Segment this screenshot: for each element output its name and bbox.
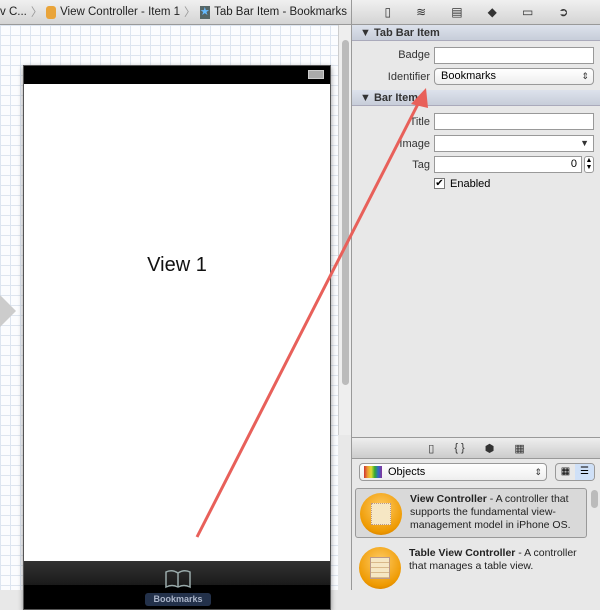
library-selector-value: Objects [388,466,426,478]
view-controller-icon [360,493,402,535]
tag-input[interactable]: 0 [434,156,582,173]
chevron-down-icon[interactable]: ▼ [580,136,589,151]
scroll-thumb[interactable] [342,40,349,385]
connections-icon[interactable]: ➲ [558,5,568,19]
stepper-arrows-icon: ⇕ [581,71,589,81]
view-controller-icon [46,5,57,19]
tab-bar: Bookmarks [24,561,330,609]
attributes-icon[interactable]: ◆ [488,5,497,19]
file-icon[interactable]: ▯ [385,5,392,19]
segue-arrow-icon[interactable] [0,295,16,327]
object-icon[interactable]: ⬢ [485,442,495,455]
tag-stepper[interactable]: ▲ ▼ [584,156,594,173]
identifier-value: Bookmarks [441,70,497,82]
title-label: Title [409,116,430,128]
item-name: View Controller [410,493,487,505]
section-title: Bar Item [373,92,418,104]
star-icon: ★ [199,5,211,19]
item-name: Table View Controller [409,547,516,559]
view-mode-toggle: ▦ ☰ [555,463,595,481]
view-label: View 1 [147,254,207,276]
badge-label: Badge [398,49,430,61]
code-snippet-icon[interactable]: { } [454,442,464,454]
library-scrollbar[interactable] [590,488,599,590]
battery-icon [308,70,324,79]
jump-item-parent[interactable]: v C... [0,6,27,18]
table-view-controller-icon [359,547,401,589]
image-label: Image [399,138,430,150]
objects-icon [364,466,382,478]
file-template-icon[interactable]: ▯ [428,442,434,455]
section-title: Tab Bar Item [373,27,440,39]
separator: 〉 [184,7,196,19]
scroll-thumb[interactable] [591,490,598,508]
identity-icon[interactable]: ▤ [451,5,462,19]
jump-item-tab-bar-item[interactable]: Tab Bar Item - Bookmarks [214,6,347,18]
inspector-panel: ▯ ≋ ▤ ◆ ▭ ➲ ▼ Tab Bar Item Badge Identif… [351,0,600,590]
identifier-select[interactable]: Bookmarks ⇕ [434,68,594,85]
library-item-view-controller[interactable]: View Controller - A controller that supp… [355,488,587,538]
library-toolbar: ▯ { } ⬢ ▦ [352,437,600,459]
status-bar [24,66,330,84]
stepper-arrows-icon: ⇕ [534,467,542,477]
quick-help-icon[interactable]: ≋ [416,5,426,19]
list-view-icon[interactable]: ☰ [575,464,594,480]
enabled-label: Enabled [450,178,491,190]
inspector-toolbar: ▯ ≋ ▤ ◆ ▭ ➲ [352,0,600,25]
image-combo[interactable]: ▼ [434,135,594,152]
size-icon[interactable]: ▭ [522,5,533,19]
title-input[interactable] [434,113,594,130]
library-item-table-view-controller[interactable]: Table View Controller - A controller tha… [355,543,587,593]
separator: 〉 [30,7,43,19]
library-selector[interactable]: Objects ⇕ [359,463,547,481]
jump-bar: v C... 〉 View Controller - Item 1 〉 ★ Ta… [0,0,351,25]
view-controller-scene[interactable]: View 1 Bookmarks [23,65,331,610]
badge-input[interactable] [434,47,594,64]
tag-label: Tag [412,159,430,171]
section-header-tab-bar-item[interactable]: ▼ Tab Bar Item [352,25,600,41]
bookmarks-icon[interactable] [164,569,192,589]
jump-item-view-controller[interactable]: View Controller - Item 1 [60,6,180,18]
media-icon[interactable]: ▦ [514,442,524,455]
grid-view-icon[interactable]: ▦ [556,464,575,480]
canvas-scrollbar[interactable] [338,25,351,435]
identifier-label: Identifier [387,71,430,83]
storyboard-canvas[interactable]: View 1 Bookmarks [0,25,338,610]
enabled-checkbox[interactable]: ✔ [434,178,445,189]
section-header-bar-item[interactable]: ▼ Bar Item [352,90,600,106]
tab-bar-item-bookmarks[interactable]: Bookmarks [145,593,211,606]
